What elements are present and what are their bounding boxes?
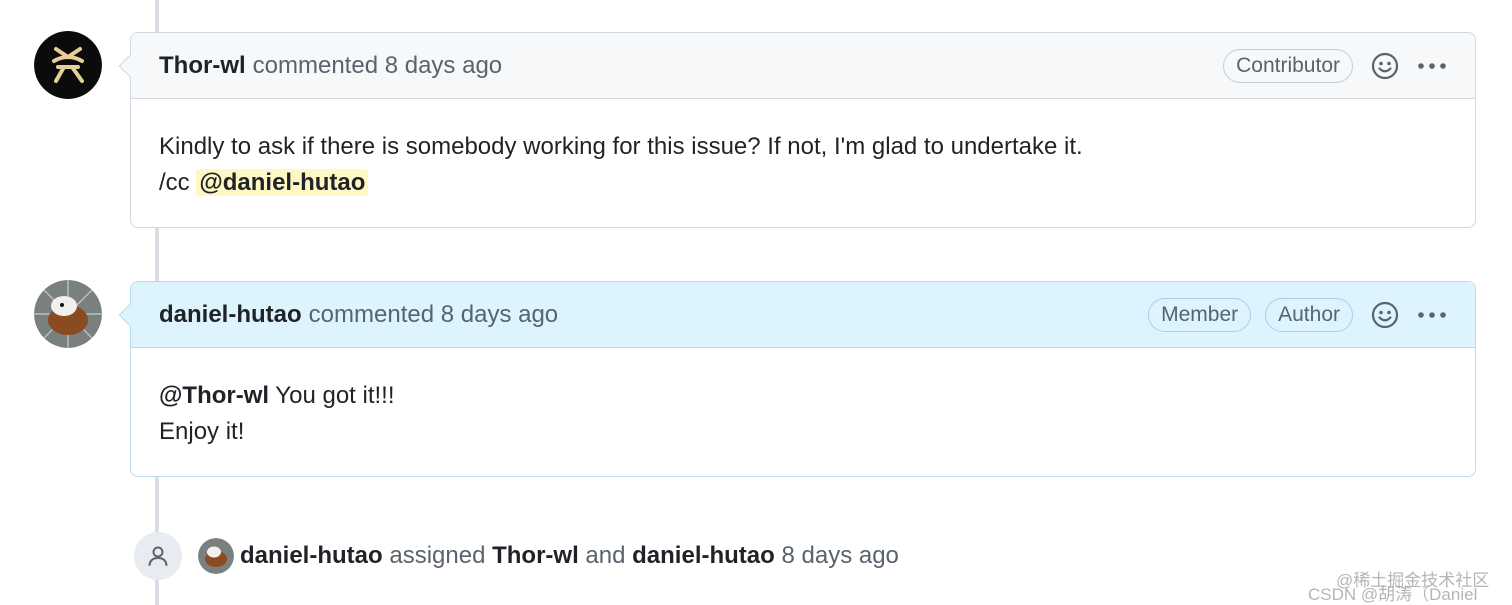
contributor-badge: Contributor (1223, 48, 1353, 83)
event-verb: assigned (389, 542, 486, 569)
smiley-icon[interactable] (1371, 52, 1399, 80)
comment-thor-wl: Thor-wl commented 8 days ago Contributor… (118, 32, 1476, 228)
event-actor-avatar[interactable] (198, 538, 234, 574)
kebab-horizontal-icon[interactable] (1417, 62, 1447, 70)
event-time[interactable]: 8 days ago (781, 542, 898, 569)
avatar-daniel-hutao-image (34, 280, 102, 348)
comment-author-link[interactable]: daniel-hutao (159, 301, 302, 329)
comment-header: Thor-wl commented 8 days ago Contributor (131, 33, 1475, 99)
comment-header-actions: Contributor (1209, 48, 1447, 83)
kebab-horizontal-icon[interactable] (1417, 311, 1447, 319)
comment-timestamp[interactable]: commented 8 days ago (309, 301, 558, 329)
comment-timestamp[interactable]: commented 8 days ago (253, 52, 502, 80)
comment-author-link[interactable]: Thor-wl (159, 52, 246, 80)
person-icon (134, 532, 182, 580)
mention-link[interactable]: @daniel-hutao (196, 169, 369, 196)
watermark-line: CSDN @胡涛（Daniel Hu） (1308, 585, 1478, 604)
avatar-thor-wl[interactable] (34, 31, 102, 99)
avatar-daniel-hutao[interactable] (34, 280, 102, 348)
mention-link[interactable]: @Thor-wl (159, 382, 269, 409)
comment-text: You got it!!! (269, 382, 395, 409)
comment-body: @Thor-wl You got it!!! Enjoy it! (131, 348, 1475, 476)
comment-text-line: @Thor-wl You got it!!! (159, 378, 1447, 414)
cc-prefix: /cc (159, 169, 190, 196)
comment-header-actions: Member Author (1134, 297, 1447, 332)
comment-body: Kindly to ask if there is somebody worki… (131, 99, 1475, 227)
comment-text-line: Kindly to ask if there is somebody worki… (159, 133, 1083, 160)
comment-header: daniel-hutao commented 8 days ago Member… (131, 282, 1475, 348)
event-conjunction: and (585, 542, 626, 569)
avatar-thor-wl-image (34, 31, 102, 99)
author-badge: Author (1265, 297, 1353, 332)
comment-text-line: /cc @daniel-hutao (159, 165, 1447, 201)
assigned-event: daniel-hutao assigned Thor-wl and daniel… (134, 532, 899, 580)
comment-daniel-hutao: daniel-hutao commented 8 days ago Member… (118, 281, 1476, 477)
event-text: daniel-hutao assigned Thor-wl and daniel… (240, 542, 899, 570)
event-assignee-link[interactable]: daniel-hutao (632, 542, 775, 569)
event-actor-link[interactable]: daniel-hutao (240, 542, 383, 569)
smiley-icon[interactable] (1371, 301, 1399, 329)
comment-text-line: Enjoy it! (159, 418, 245, 445)
event-assignee-link[interactable]: Thor-wl (492, 542, 579, 569)
member-badge: Member (1148, 297, 1252, 332)
